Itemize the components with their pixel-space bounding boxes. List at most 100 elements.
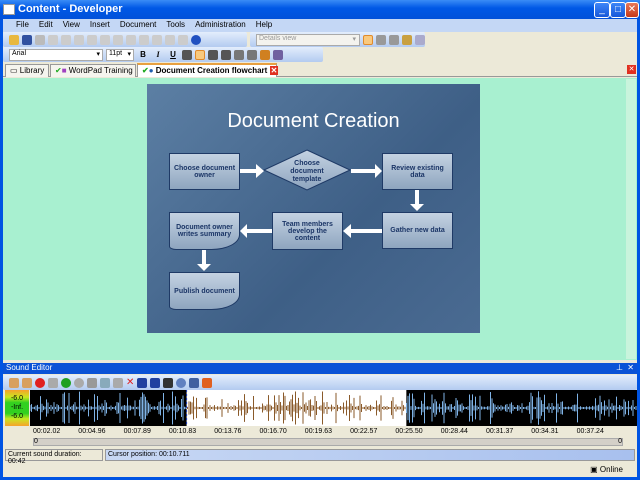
italic-button[interactable]: I: [152, 50, 164, 59]
publish-icon[interactable]: [402, 34, 412, 45]
time-tick: 00:16.70: [259, 428, 287, 435]
time-tick: 00:04.96: [78, 428, 106, 435]
online-label: Online: [599, 465, 623, 474]
font-size-select[interactable]: 11pt ▾: [106, 48, 134, 61]
scroll-start: 0: [34, 438, 38, 445]
zoom-icon[interactable]: [176, 377, 187, 388]
menu-document[interactable]: Document: [115, 19, 161, 32]
layout-single-icon[interactable]: [363, 34, 373, 45]
markers-icon[interactable]: [150, 377, 161, 388]
delete-icon[interactable]: [87, 34, 97, 45]
paste-icon[interactable]: [113, 377, 123, 388]
font-size-value: 11pt: [109, 49, 123, 57]
font-color-icon[interactable]: [260, 49, 270, 60]
close-all-icon[interactable]: ✕: [627, 65, 636, 74]
doc-icon: ■: [61, 66, 69, 75]
minimize-button[interactable]: _: [594, 2, 610, 18]
level-meter: -6.0 -Inf. -6.0: [5, 390, 29, 426]
play-icon[interactable]: [61, 377, 71, 388]
menu-insert[interactable]: Insert: [85, 19, 115, 32]
effects-icon[interactable]: [189, 377, 200, 388]
redo-icon[interactable]: [126, 34, 136, 45]
crop-icon[interactable]: [163, 377, 174, 388]
numbering-icon[interactable]: [247, 49, 257, 60]
waveform[interactable]: [30, 390, 637, 426]
sound-editor-panel: Sound Editor ⊥ ✕ ✕ -6.0 -Inf. -6.0 00:02.…: [3, 363, 637, 465]
close-tab-icon[interactable]: ✕: [269, 66, 279, 75]
time-tick: 00:34.31: [531, 428, 559, 435]
tab-wordpad-training[interactable]: ✔■ WordPad Training: [50, 64, 136, 77]
maximize-button[interactable]: □: [610, 2, 626, 18]
align-center-icon[interactable]: [195, 49, 205, 60]
menu-bar: File Edit View Insert Document Tools Adm…: [3, 19, 637, 32]
stop-icon[interactable]: [74, 377, 84, 388]
time-tick: 00:28.44: [440, 428, 468, 435]
select-all-icon[interactable]: [137, 377, 148, 388]
save-icon[interactable]: [22, 34, 32, 45]
tab-label: Library: [19, 66, 45, 75]
append-sound-icon[interactable]: [22, 377, 32, 388]
bullets-icon[interactable]: [234, 49, 244, 60]
underline-button[interactable]: U: [167, 50, 179, 59]
pin-icon[interactable]: ⊥: [616, 363, 623, 372]
cut-icon[interactable]: [87, 377, 97, 388]
help-icon[interactable]: [191, 34, 201, 45]
meter-bottom: -6.0: [10, 413, 24, 420]
justify-icon[interactable]: [221, 49, 231, 60]
vertical-scrollbar[interactable]: [626, 79, 636, 359]
spectrum-icon[interactable]: [202, 377, 213, 388]
font-select[interactable]: Arial ▾: [9, 48, 103, 61]
menu-tools[interactable]: Tools: [161, 19, 190, 32]
layout-vertical-icon[interactable]: [389, 34, 399, 45]
cursor-position-label: Cursor position: 00:10.711: [105, 449, 635, 461]
layout-horizontal-icon[interactable]: [376, 34, 386, 45]
menu-help[interactable]: Help: [251, 19, 277, 32]
insert-sound-icon[interactable]: [9, 377, 19, 388]
print-icon[interactable]: [35, 34, 45, 45]
refresh-icon[interactable]: [415, 34, 425, 45]
view-select[interactable]: Details view ▾: [256, 33, 360, 46]
menu-administration[interactable]: Administration: [190, 19, 251, 32]
spell-check-icon[interactable]: [178, 34, 188, 45]
time-tick: 00:07.89: [123, 428, 151, 435]
align-right-icon[interactable]: [208, 49, 218, 60]
time-tick: 00:25.50: [395, 428, 423, 435]
cut-icon[interactable]: [48, 34, 58, 45]
tab-document-creation-flowchart[interactable]: ✔● Document Creation flowchart ✕: [137, 63, 279, 77]
sound-status: Current sound duration: 00:42 Cursor pos…: [3, 449, 637, 465]
view-toolbar: Details view ▾: [250, 32, 425, 47]
paste-icon[interactable]: [74, 34, 84, 45]
bold-button[interactable]: B: [137, 50, 149, 59]
collapse-icon[interactable]: [152, 34, 162, 45]
copy-icon[interactable]: [100, 377, 110, 388]
menu-view[interactable]: View: [58, 19, 85, 32]
close-button[interactable]: ✕: [625, 2, 639, 18]
standard-toolbar: [3, 32, 247, 47]
menu-edit[interactable]: Edit: [34, 19, 58, 32]
align-left-icon[interactable]: [182, 49, 192, 60]
library-icon: ▭: [10, 66, 20, 75]
properties-icon[interactable]: [100, 34, 110, 45]
fill-color-icon[interactable]: [273, 49, 283, 60]
app-icon: [3, 4, 15, 15]
delete-icon[interactable]: ✕: [126, 377, 134, 388]
undo-icon[interactable]: [113, 34, 123, 45]
timeline-scrollbar[interactable]: 0 0: [33, 438, 623, 446]
find-icon[interactable]: [165, 34, 175, 45]
online-icon: ▣: [590, 465, 600, 474]
record-icon[interactable]: [35, 377, 45, 388]
tab-label: WordPad Training: [68, 66, 133, 75]
sound-editor-title: Sound Editor: [6, 363, 53, 372]
check-icon: ✔: [142, 66, 149, 75]
expand-icon[interactable]: [139, 34, 149, 45]
close-panel-icon[interactable]: ✕: [627, 363, 634, 372]
window-title: Content - Developer: [18, 3, 123, 15]
sound-toolbar: ✕: [3, 375, 637, 390]
view-select-value: Details view: [259, 34, 297, 42]
copy-icon[interactable]: [61, 34, 71, 45]
time-tick: 00:02.02: [33, 428, 61, 435]
stop-record-icon[interactable]: [48, 377, 58, 388]
tab-library[interactable]: ▭ Library: [5, 64, 49, 77]
menu-file[interactable]: File: [11, 19, 34, 32]
open-icon[interactable]: [9, 34, 19, 45]
